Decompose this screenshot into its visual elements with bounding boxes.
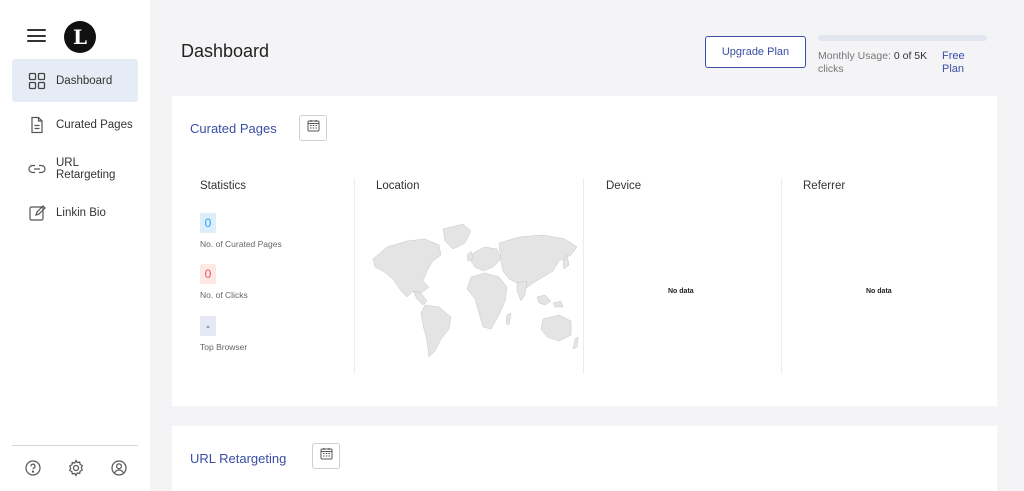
sidebar-item-url-retargeting[interactable]: URL Retargeting	[12, 147, 138, 190]
plan-link[interactable]: Free Plan	[942, 50, 982, 76]
stat-clicks: 0 No. of Clicks	[200, 264, 248, 300]
help-icon[interactable]	[24, 459, 42, 477]
stat-top-browser: - Top Browser	[200, 316, 247, 352]
dashboard-grid-icon	[28, 72, 46, 90]
calendar-icon	[307, 119, 320, 137]
upgrade-plan-button[interactable]: Upgrade Plan	[705, 36, 806, 68]
user-profile-icon[interactable]	[110, 459, 128, 477]
stat-label: Top Browser	[200, 342, 248, 352]
sidebar: L Dashboard Curated Pages URL Retargetin…	[0, 0, 150, 491]
link-icon	[28, 160, 46, 178]
sidebar-item-label: Linkin Bio	[56, 206, 106, 219]
stat-value-badge: 0	[200, 213, 216, 233]
menu-hamburger-icon[interactable]	[27, 29, 46, 43]
curated-pages-card: Curated Pages Statistics Location Device…	[172, 96, 997, 406]
stat-label: No. of Clicks	[200, 290, 248, 300]
sidebar-item-linkin-bio[interactable]: Linkin Bio	[12, 191, 138, 234]
column-divider	[781, 178, 782, 374]
usage-text: Monthly Usage: 0 of 5K clicks	[818, 50, 940, 76]
statistics-heading: Statistics	[200, 180, 247, 192]
page-title: Dashboard	[181, 41, 270, 61]
app-logo[interactable]: L	[64, 21, 96, 53]
device-no-data: No data	[668, 288, 694, 295]
column-divider	[583, 178, 584, 374]
settings-gear-icon[interactable]	[67, 459, 85, 477]
date-picker-button[interactable]	[312, 443, 340, 469]
sidebar-divider	[12, 445, 138, 446]
column-divider	[354, 178, 355, 374]
usage-unit: clicks	[818, 63, 844, 75]
stat-value-badge: -	[200, 316, 216, 336]
location-heading: Location	[376, 180, 420, 192]
card-title: URL Retargeting	[190, 451, 287, 466]
stat-label: No. of Curated Pages	[200, 239, 282, 249]
usage-value: 0 of 5K	[893, 50, 928, 62]
sidebar-item-dashboard[interactable]: Dashboard	[12, 59, 138, 102]
sidebar-item-label: URL Retargeting	[56, 156, 116, 181]
stat-curated-pages: 0 No. of Curated Pages	[200, 213, 282, 249]
referrer-heading: Referrer	[803, 180, 846, 192]
url-retargeting-card: URL Retargeting	[172, 426, 997, 491]
document-icon	[28, 116, 46, 134]
sidebar-nav: Dashboard Curated Pages URL Retargeting	[12, 59, 138, 235]
referrer-no-data: No data	[866, 288, 892, 295]
card-title: Curated Pages	[190, 121, 277, 136]
stat-value-badge: 0	[200, 264, 216, 284]
usage-progress-bar	[818, 35, 987, 41]
sidebar-item-label: Dashboard	[56, 74, 113, 87]
device-heading: Device	[606, 180, 642, 192]
sidebar-item-curated-pages[interactable]: Curated Pages	[12, 103, 138, 146]
sidebar-footer	[24, 459, 128, 477]
world-map	[372, 223, 579, 358]
date-picker-button[interactable]	[299, 115, 327, 141]
usage-label: Monthly Usage:	[818, 50, 891, 62]
calendar-icon	[320, 447, 333, 465]
edit-square-icon	[28, 204, 46, 222]
sidebar-item-label: Curated Pages	[56, 118, 133, 131]
